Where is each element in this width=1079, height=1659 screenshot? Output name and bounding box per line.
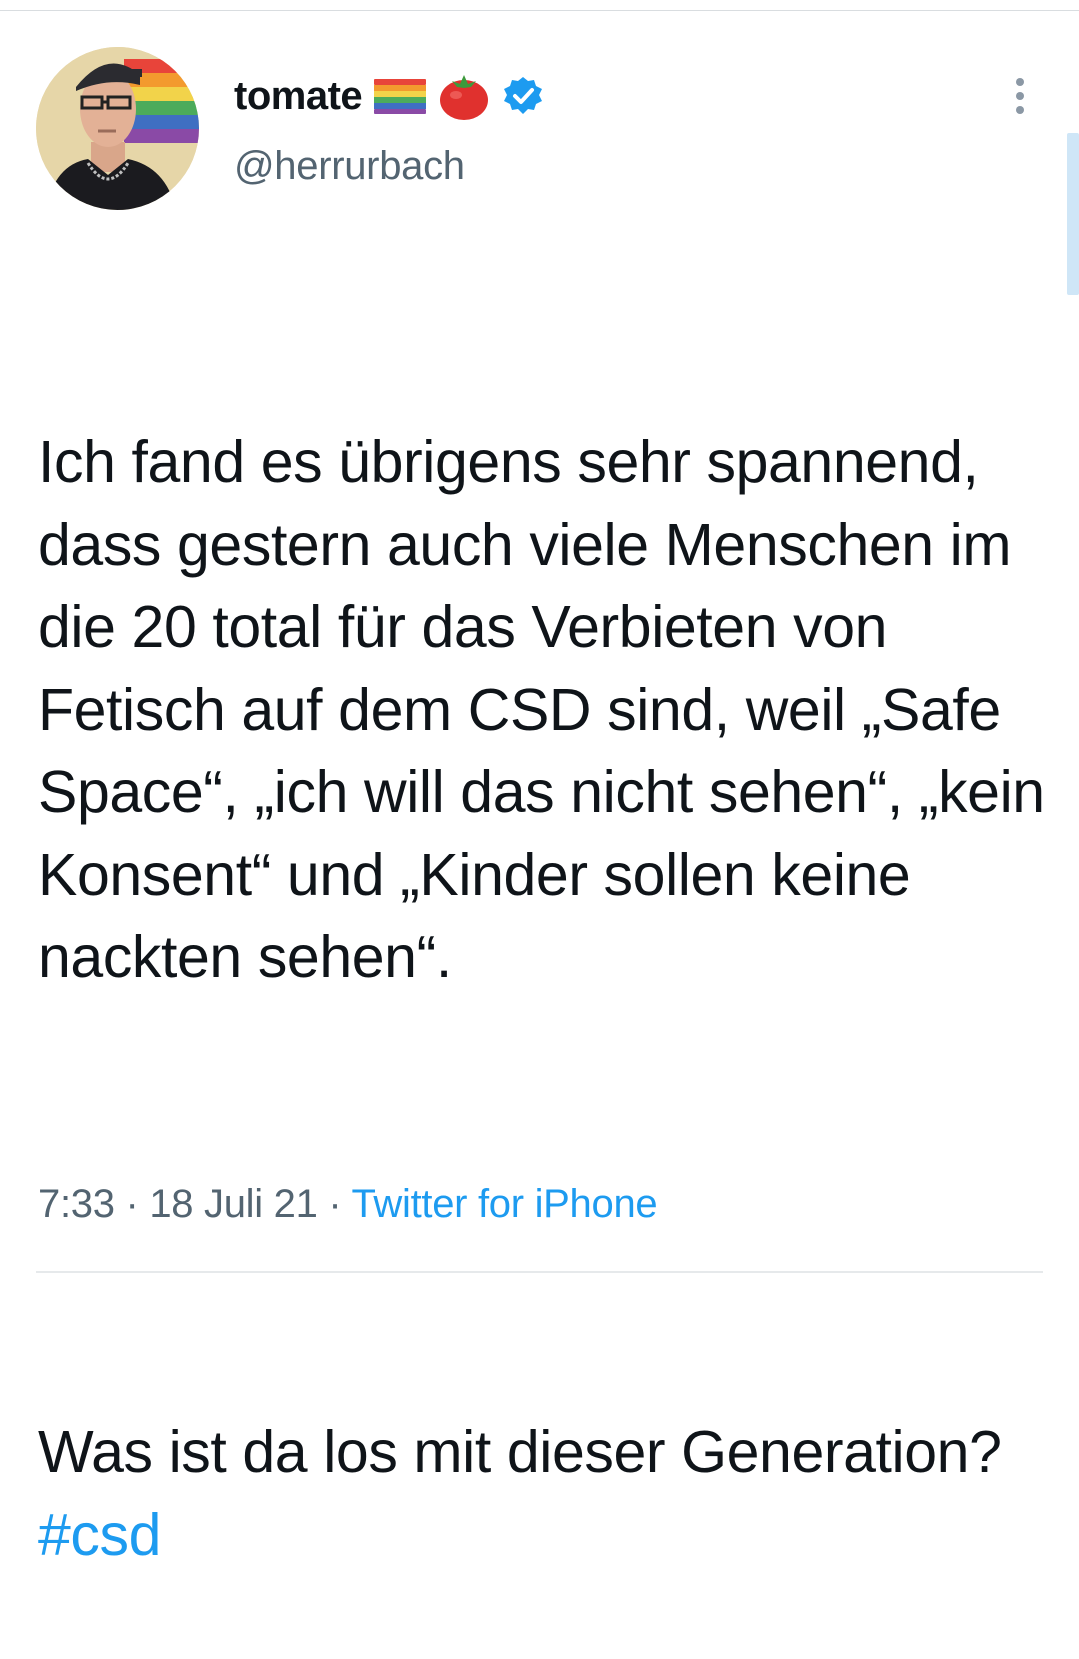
tomato-icon (438, 71, 490, 121)
tweet-date[interactable]: 18 Juli 21 (149, 1182, 318, 1226)
meta-separator: · (114, 1182, 150, 1226)
rainbow-flag-icon (374, 78, 427, 114)
hashtag-link[interactable]: #csd (38, 1502, 161, 1568)
author-handle[interactable]: @herrurbach (234, 144, 465, 189)
avatar-photo (36, 47, 199, 210)
meta-separator: · (317, 1182, 352, 1226)
author-display-name[interactable]: tomate (234, 74, 363, 119)
tweet-paragraph-2: Was ist da los mit dieser Generation? #c… (38, 1411, 1048, 1576)
more-options-icon-dot (1016, 92, 1024, 100)
tweet-paragraph-1: Ich fand es übrigens sehr spannend, dass… (38, 429, 1061, 990)
more-options-button[interactable] (1000, 72, 1040, 120)
more-options-icon-dot (1016, 106, 1024, 114)
verified-badge-icon (502, 75, 544, 117)
avatar[interactable] (36, 47, 199, 210)
author-name-row[interactable]: tomate (234, 66, 544, 126)
tweet-metadata: 7:33 · 18 Juli 21 · Twitter for iPhone (38, 1182, 658, 1227)
top-divider (0, 10, 1079, 11)
tweet-text: Ich fand es übrigens sehr spannend, dass… (38, 256, 1048, 1659)
tweet-paragraph-2-text: Was ist da los mit dieser Generation? (38, 1419, 1018, 1485)
tweet-time[interactable]: 7:33 (38, 1182, 115, 1226)
more-options-icon (1016, 78, 1024, 86)
scroll-indicator[interactable] (1067, 133, 1079, 295)
bottom-divider (36, 1271, 1043, 1273)
tweet-source-link[interactable]: Twitter for iPhone (351, 1182, 657, 1226)
